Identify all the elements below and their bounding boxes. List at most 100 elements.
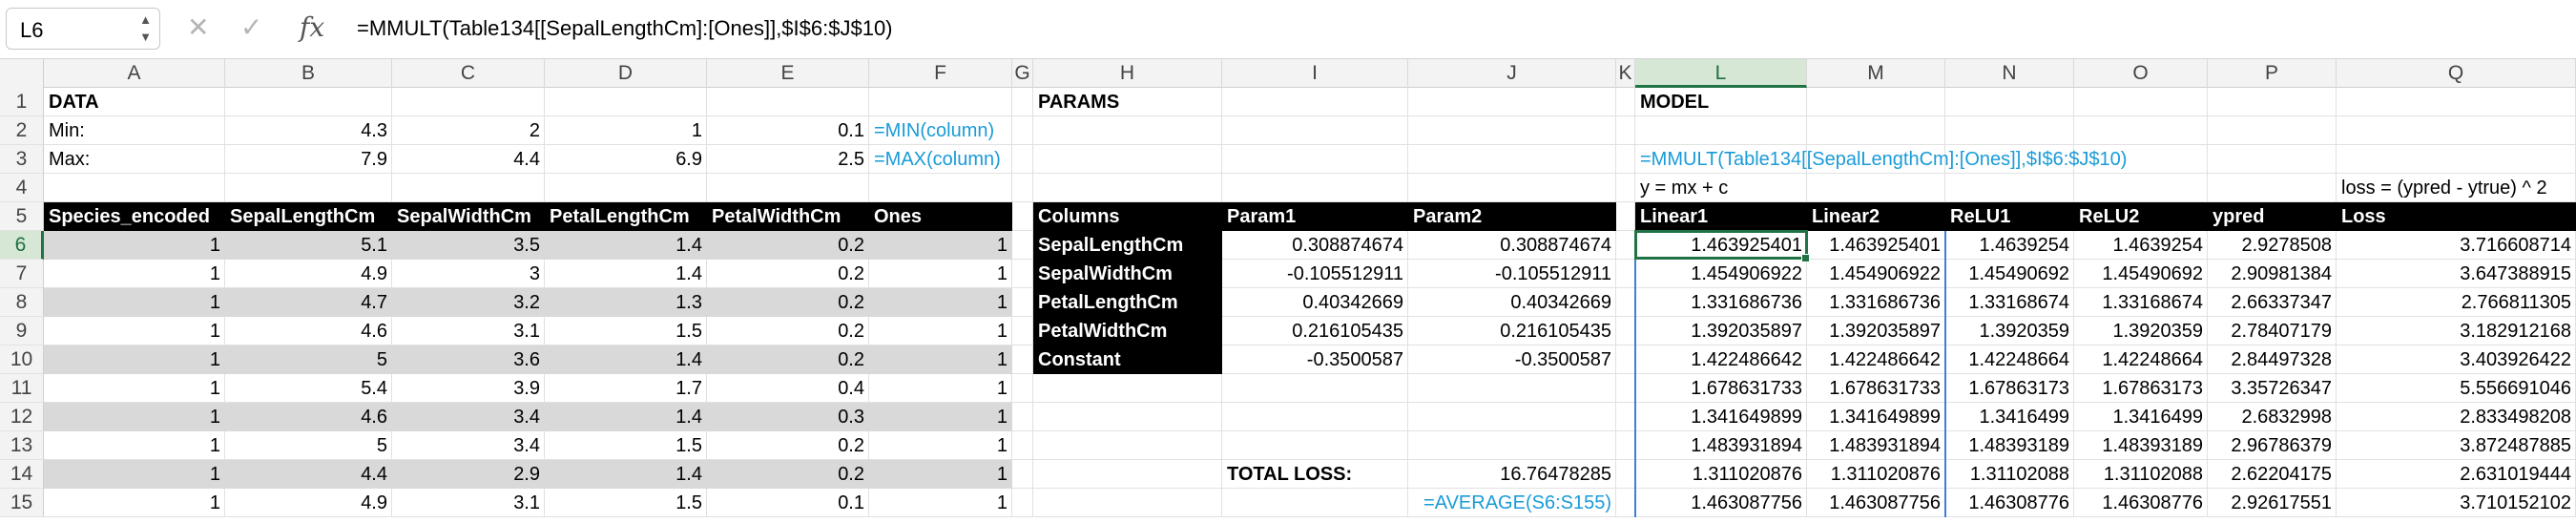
row-header-15[interactable]: 15 bbox=[0, 489, 44, 517]
max-value[interactable]: 2.5 bbox=[707, 145, 869, 174]
column-header-q[interactable]: Q bbox=[2337, 59, 2576, 88]
data-cell[interactable]: 1 bbox=[869, 460, 1012, 489]
formula-input[interactable]: =MMULT(Table134[[SepalLengthCm]:[Ones]],… bbox=[357, 16, 893, 41]
data-cell[interactable]: 5.1 bbox=[225, 231, 392, 260]
model-cell[interactable]: 1.45490692 bbox=[2074, 260, 2208, 288]
param-row-label[interactable]: PetalLengthCm bbox=[1033, 288, 1222, 317]
param1-value[interactable]: 0.40342669 bbox=[1222, 288, 1408, 317]
max-value[interactable]: 7.9 bbox=[225, 145, 392, 174]
min-label[interactable]: Min: bbox=[44, 116, 225, 145]
model-cell[interactable]: 1.392035897 bbox=[1635, 317, 1807, 345]
column-header-o[interactable]: O bbox=[2074, 59, 2208, 88]
row-header-9[interactable]: 9 bbox=[0, 317, 44, 345]
model-cell[interactable]: 3.716608714 bbox=[2337, 231, 2576, 260]
model-cell[interactable]: 1.67863173 bbox=[2074, 374, 2208, 403]
model-cell[interactable]: 2.90981384 bbox=[2208, 260, 2337, 288]
param1-value[interactable]: -0.3500587 bbox=[1222, 345, 1408, 374]
param2-value[interactable]: -0.3500587 bbox=[1408, 345, 1616, 374]
data-cell[interactable]: 4.9 bbox=[225, 489, 392, 517]
param2-value[interactable]: 0.216105435 bbox=[1408, 317, 1616, 345]
model-cell[interactable]: 1.341649899 bbox=[1635, 403, 1807, 431]
column-header-j[interactable]: J bbox=[1408, 59, 1616, 88]
param2-value[interactable]: -0.105512911 bbox=[1408, 260, 1616, 288]
data-cell[interactable]: 1.4 bbox=[545, 260, 707, 288]
data-cell[interactable]: 0.2 bbox=[707, 288, 869, 317]
data-cell[interactable]: 1 bbox=[44, 288, 225, 317]
column-header-c[interactable]: C bbox=[392, 59, 545, 88]
total-loss-formula-note[interactable]: =AVERAGE(S6:S155) bbox=[1408, 489, 1616, 517]
model-cell[interactable]: 1.483931894 bbox=[1635, 431, 1807, 460]
model-formula-note[interactable]: =MMULT(Table134[[SepalLengthCm]:[Ones]],… bbox=[1635, 145, 2127, 174]
model-cell[interactable]: 2.66337347 bbox=[2208, 288, 2337, 317]
data-cell[interactable]: 1.5 bbox=[545, 489, 707, 517]
model-cell[interactable]: 5.556691046 bbox=[2337, 374, 2576, 403]
param-row-label[interactable]: Constant bbox=[1033, 345, 1222, 374]
data-cell[interactable]: 1 bbox=[44, 231, 225, 260]
column-header-g[interactable]: G bbox=[1012, 59, 1033, 88]
model-cell[interactable]: 1.3920359 bbox=[1945, 317, 2074, 345]
model-cell[interactable]: 2.631019444 bbox=[2337, 460, 2576, 489]
model-cell[interactable]: 3.182912168 bbox=[2337, 317, 2576, 345]
model-cell[interactable]: 2.766811305 bbox=[2337, 288, 2576, 317]
row-header-10[interactable]: 10 bbox=[0, 345, 44, 374]
data-cell[interactable]: 1 bbox=[44, 489, 225, 517]
selected-cell-l6[interactable] bbox=[1634, 230, 1808, 260]
param-row-label[interactable]: SepalLengthCm bbox=[1033, 231, 1222, 260]
data-cell[interactable]: 4.9 bbox=[225, 260, 392, 288]
chevron-down-icon[interactable]: ▼ bbox=[139, 30, 152, 44]
param1-value[interactable]: 0.308874674 bbox=[1222, 231, 1408, 260]
model-header-relu1[interactable]: ReLU1 bbox=[1945, 202, 2074, 231]
model-header-loss[interactable]: Loss bbox=[2337, 202, 2576, 231]
fill-handle[interactable] bbox=[1801, 254, 1810, 262]
row-header-5[interactable]: 5 bbox=[0, 202, 44, 231]
max-value[interactable]: 4.4 bbox=[392, 145, 545, 174]
row-header-6[interactable]: 6 bbox=[0, 231, 44, 260]
data-header-sepalwidthcm[interactable]: SepalWidthCm bbox=[392, 202, 545, 231]
data-cell[interactable]: 0.2 bbox=[707, 317, 869, 345]
row-header-7[interactable]: 7 bbox=[0, 260, 44, 288]
model-cell[interactable]: 1.678631733 bbox=[1807, 374, 1945, 403]
model-cell[interactable]: 1.422486642 bbox=[1635, 345, 1807, 374]
data-cell[interactable]: 1 bbox=[869, 345, 1012, 374]
model-cell[interactable]: 1.331686736 bbox=[1635, 288, 1807, 317]
select-all-corner[interactable] bbox=[0, 59, 44, 88]
model-cell[interactable]: 2.9278508 bbox=[2208, 231, 2337, 260]
data-header-petallengthcm[interactable]: PetalLengthCm bbox=[545, 202, 707, 231]
model-cell[interactable]: 1.463087756 bbox=[1807, 489, 1945, 517]
max-label[interactable]: Max: bbox=[44, 145, 225, 174]
data-cell[interactable]: 3.1 bbox=[392, 489, 545, 517]
column-header-n[interactable]: N bbox=[1945, 59, 2074, 88]
data-cell[interactable]: 1.4 bbox=[545, 345, 707, 374]
model-cell[interactable]: 1.483931894 bbox=[1807, 431, 1945, 460]
column-header-a[interactable]: A bbox=[44, 59, 225, 88]
min-value[interactable]: 0.1 bbox=[707, 116, 869, 145]
min-value[interactable]: 1 bbox=[545, 116, 707, 145]
model-cell[interactable]: 1.311020876 bbox=[1635, 460, 1807, 489]
model-cell[interactable]: 1.48393189 bbox=[1945, 431, 2074, 460]
data-cell[interactable]: 1.4 bbox=[545, 231, 707, 260]
data-cell[interactable]: 0.2 bbox=[707, 260, 869, 288]
model-cell[interactable]: 1.31102088 bbox=[2074, 460, 2208, 489]
data-cell[interactable]: 1.3 bbox=[545, 288, 707, 317]
model-cell[interactable]: 1.311020876 bbox=[1807, 460, 1945, 489]
data-cell[interactable]: 3.2 bbox=[392, 288, 545, 317]
data-cell[interactable]: 3.4 bbox=[392, 431, 545, 460]
chevron-up-icon[interactable]: ▲ bbox=[139, 12, 152, 27]
data-cell[interactable]: 2.9 bbox=[392, 460, 545, 489]
model-cell[interactable]: 2.833498208 bbox=[2337, 403, 2576, 431]
model-cell[interactable]: 3.35726347 bbox=[2208, 374, 2337, 403]
row-header-4[interactable]: 4 bbox=[0, 174, 44, 202]
data-cell[interactable]: 5.4 bbox=[225, 374, 392, 403]
row-header-12[interactable]: 12 bbox=[0, 403, 44, 431]
model-cell[interactable]: 3.647388915 bbox=[2337, 260, 2576, 288]
data-cell[interactable]: 1.5 bbox=[545, 317, 707, 345]
model-cell[interactable]: 1.463087756 bbox=[1635, 489, 1807, 517]
data-cell[interactable]: 1 bbox=[869, 374, 1012, 403]
total-loss-value[interactable]: 16.76478285 bbox=[1408, 460, 1616, 489]
data-cell[interactable]: 3.1 bbox=[392, 317, 545, 345]
model-cell[interactable]: 1.31102088 bbox=[1945, 460, 2074, 489]
max-formula-note[interactable]: =MAX(column) bbox=[869, 145, 1012, 174]
model-cell[interactable]: 1.463925401 bbox=[1807, 231, 1945, 260]
model-cell[interactable]: 1.341649899 bbox=[1807, 403, 1945, 431]
enter-icon[interactable]: ✓ bbox=[240, 11, 262, 44]
